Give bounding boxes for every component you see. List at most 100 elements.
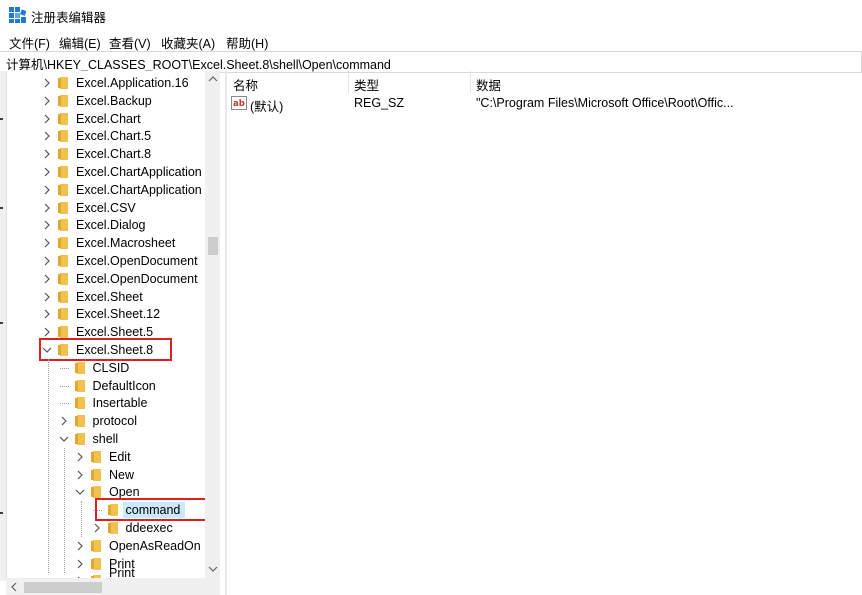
column-header-data[interactable]: 数据	[476, 75, 501, 94]
tree-item-label[interactable]: Excel.Sheet.12	[76, 307, 160, 321]
tree-item[interactable]: Insertable	[0, 394, 205, 412]
title-bar: 注册表编辑器	[0, 0, 862, 30]
tree-item-label[interactable]: shell	[93, 432, 119, 446]
pane-splitter[interactable]	[225, 71, 227, 595]
tree-item-label[interactable]: Edit	[109, 450, 131, 464]
tree-item[interactable]: CLSID	[0, 359, 205, 377]
tree-item[interactable]: Excel.Chart	[0, 110, 205, 128]
folder-icon	[58, 273, 68, 285]
tree-item-label[interactable]: OpenAsReadOn	[109, 539, 201, 553]
values-list[interactable]: 名称 类型 数据 ab (默认) REG_SZ "C:\Program File…	[228, 71, 862, 595]
tree-item[interactable]: Edit	[0, 448, 205, 466]
tree-item[interactable]: Excel.Sheet.12	[0, 305, 205, 323]
tree-item-label[interactable]: Excel.Dialog	[76, 218, 145, 232]
tree-item[interactable]: Excel.OpenDocument	[0, 270, 205, 288]
tree-item-label[interactable]: Excel.CSV	[76, 201, 136, 215]
tree-item-label[interactable]: ddeexec	[126, 521, 173, 535]
value-name[interactable]: (默认)	[250, 96, 283, 115]
menu-edit[interactable]: 编辑(E)	[59, 33, 101, 52]
tree-item-label[interactable]: Excel.ChartApplication	[76, 183, 202, 197]
tree-item-label[interactable]: Excel.Backup	[76, 94, 152, 108]
column-divider[interactable]	[348, 71, 349, 93]
chevron-right-icon[interactable]	[75, 541, 85, 551]
tree-item[interactable]: Excel.ChartApplication	[0, 163, 205, 181]
tree-item[interactable]: Print	[0, 555, 205, 573]
tree-item-label[interactable]: Excel.Application.16	[76, 76, 189, 90]
tree-item[interactable]: Excel.Chart.8	[0, 145, 205, 163]
chevron-down-icon[interactable]	[75, 487, 85, 497]
tree-item-label[interactable]: Excel.Chart.5	[76, 129, 151, 143]
scroll-down-icon[interactable]	[208, 565, 218, 573]
tree-item-label[interactable]: Excel.ChartApplication	[76, 165, 202, 179]
chevron-right-icon[interactable]	[75, 470, 85, 480]
tree-item[interactable]: Excel.Backup	[0, 92, 205, 110]
key-tree[interactable]: Excel.Application.16 Excel.Backup Excel.Ch…	[0, 71, 220, 595]
tree-item-label[interactable]: protocol	[93, 414, 137, 428]
tree-item-label[interactable]: Excel.OpenDocument	[76, 272, 198, 286]
chevron-right-icon[interactable]	[42, 96, 52, 106]
tree-item[interactable]: shell	[0, 430, 205, 448]
tree-item[interactable]: DefaultIcon	[0, 377, 205, 395]
chevron-right-icon[interactable]	[42, 292, 52, 302]
tree-item-label[interactable]: Open	[109, 485, 140, 499]
tree-item[interactable]: protocol	[0, 412, 205, 430]
scroll-left-icon[interactable]	[10, 582, 18, 592]
chevron-right-icon[interactable]	[92, 523, 102, 533]
tree-item[interactable]: Excel.Sheet	[0, 288, 205, 306]
tree-item[interactable]: Excel.Macrosheet	[0, 234, 205, 252]
column-divider[interactable]	[470, 71, 471, 93]
chevron-right-icon[interactable]	[42, 256, 52, 266]
menu-help[interactable]: 帮助(H)	[226, 33, 268, 52]
window-title: 注册表编辑器	[31, 11, 107, 25]
chevron-right-icon[interactable]	[42, 114, 52, 124]
chevron-right-icon[interactable]	[42, 149, 52, 159]
tree-item-label[interactable]: Excel.Chart.8	[76, 147, 151, 161]
column-header-name[interactable]: 名称	[233, 75, 258, 94]
chevron-right-icon[interactable]	[42, 78, 52, 88]
scroll-up-icon[interactable]	[208, 75, 218, 83]
chevron-right-icon[interactable]	[75, 452, 85, 462]
chevron-right-icon[interactable]	[42, 327, 52, 337]
tree-item-label[interactable]: CLSID	[93, 361, 130, 375]
chevron-right-icon[interactable]	[42, 131, 52, 141]
tree-guide-line	[81, 501, 82, 537]
column-header-type[interactable]: 类型	[354, 75, 379, 94]
tree-vertical-scrollbar[interactable]	[205, 71, 220, 578]
tree-item-label[interactable]: Excel.Chart	[76, 112, 141, 126]
tree-item-label[interactable]: DefaultIcon	[93, 379, 156, 393]
chevron-right-icon[interactable]	[59, 416, 69, 426]
tree-item[interactable]: ddeexec	[0, 519, 205, 537]
menu-file[interactable]: 文件(F)	[9, 33, 50, 52]
tree-item[interactable]: Excel.Chart.5	[0, 127, 205, 145]
scroll-thumb[interactable]	[208, 237, 218, 255]
chevron-right-icon[interactable]	[42, 203, 52, 213]
chevron-right-icon[interactable]	[42, 309, 52, 319]
scroll-thumb-horizontal[interactable]	[24, 582, 102, 593]
chevron-down-icon[interactable]	[59, 434, 69, 444]
tree-item-label[interactable]: Excel.Sheet	[76, 290, 143, 304]
menu-view[interactable]: 查看(V)	[109, 33, 151, 52]
address-bar[interactable]: 计算机\HKEY_CLASSES_ROOT\Excel.Sheet.8\shel…	[0, 51, 862, 73]
tree-item-label[interactable]: Excel.Macrosheet	[76, 236, 175, 250]
chevron-right-icon[interactable]	[42, 167, 52, 177]
chevron-right-icon[interactable]	[42, 274, 52, 284]
tree-item[interactable]: Excel.Application.16	[0, 74, 205, 92]
tree-item-label[interactable]: Excel.Sheet.5	[76, 325, 153, 339]
tree-item-label[interactable]: Insertable	[93, 396, 148, 410]
tree-item[interactable]: Excel.OpenDocument	[0, 252, 205, 270]
tree-item-label[interactable]: Excel.OpenDocument	[76, 254, 198, 268]
folder-icon	[74, 415, 85, 427]
tree-item[interactable]: Excel.CSV	[0, 199, 205, 217]
tree-item[interactable]: OpenAsReadOn	[0, 537, 205, 555]
chevron-right-icon[interactable]	[42, 238, 52, 248]
tree-item[interactable]: New	[0, 466, 205, 484]
chevron-right-icon[interactable]	[42, 185, 52, 195]
tree-horizontal-scrollbar[interactable]	[6, 578, 220, 595]
menu-favorites[interactable]: 收藏夹(A)	[161, 33, 215, 52]
chevron-right-icon[interactable]	[42, 220, 52, 230]
tree-item[interactable]: Excel.ChartApplication	[0, 181, 205, 199]
chevron-right-icon[interactable]	[75, 559, 85, 569]
tree-item[interactable]: Excel.Dialog	[0, 216, 205, 234]
folder-icon	[91, 469, 101, 481]
tree-item-label[interactable]: New	[109, 468, 134, 482]
